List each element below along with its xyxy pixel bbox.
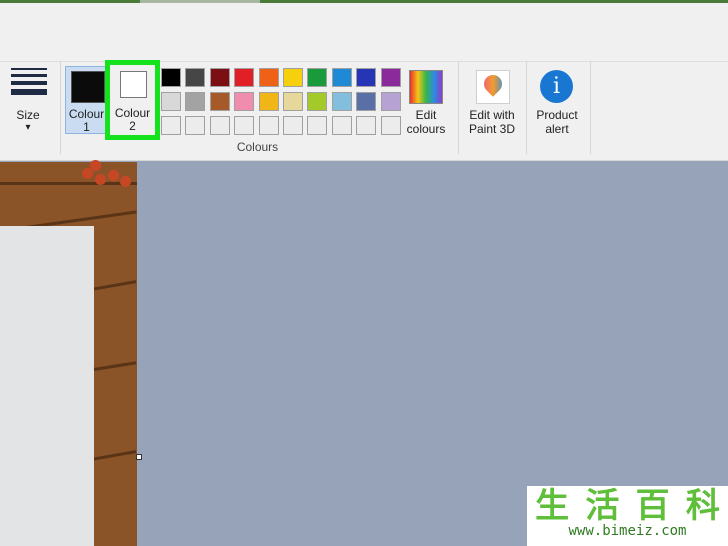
watermark-char: 科 — [685, 486, 720, 526]
colour1-label: Colour — [68, 107, 105, 121]
palette-swatch[interactable] — [356, 92, 377, 111]
product-alert-label-2: alert — [545, 122, 569, 136]
palette-swatch[interactable] — [331, 68, 352, 87]
palette-swatch[interactable] — [331, 116, 352, 135]
palette-swatch[interactable] — [185, 116, 206, 135]
divider — [60, 62, 61, 154]
edit-colours-label-2: colours — [406, 122, 446, 136]
palette-swatch[interactable] — [356, 68, 377, 87]
palette-swatch[interactable] — [380, 116, 401, 135]
edit-paint3d-label: Edit with — [469, 108, 515, 122]
edit-paint3d-label-2: Paint 3D — [468, 122, 516, 136]
palette-swatch[interactable] — [307, 68, 328, 87]
product-alert-label: Product — [536, 108, 578, 122]
info-icon: i — [540, 70, 573, 103]
palette-swatch[interactable] — [234, 68, 255, 87]
palette-swatch[interactable] — [258, 116, 279, 135]
palette-swatch[interactable] — [234, 92, 255, 111]
watermark-url: www.bimeiz.com — [568, 523, 687, 539]
colour2-highlight-box — [105, 60, 160, 140]
palette-swatch[interactable] — [209, 92, 230, 111]
canvas-paper — [0, 226, 94, 546]
palette-swatch[interactable] — [380, 68, 401, 87]
colour1-number: 1 — [83, 120, 90, 134]
ribbon-header — [0, 3, 728, 62]
palette-swatch[interactable] — [331, 92, 352, 111]
paint3d-icon — [476, 70, 510, 104]
palette-swatch[interactable] — [161, 116, 181, 135]
palette-swatch[interactable] — [307, 116, 328, 135]
watermark-char: 生 — [535, 486, 570, 526]
watermark-char: 百 — [635, 486, 670, 526]
colours-group-label: Colours — [236, 140, 279, 154]
watermark: 生 活 百 科 www.bimeiz.com — [527, 486, 728, 546]
colour1-swatch — [71, 71, 105, 103]
palette-swatch[interactable] — [161, 92, 181, 111]
size-lines-icon — [11, 68, 47, 99]
watermark-char: 活 — [585, 486, 620, 526]
palette-swatch[interactable] — [283, 92, 303, 111]
palette-swatch[interactable] — [209, 116, 230, 135]
palette-swatch[interactable] — [356, 116, 377, 135]
edit-colours-label: Edit — [415, 108, 437, 122]
rainbow-icon — [409, 70, 443, 104]
divider — [590, 62, 591, 154]
palette-swatch[interactable] — [258, 92, 279, 111]
canvas-resize-handle[interactable] — [136, 454, 142, 460]
divider — [458, 62, 459, 154]
palette-swatch[interactable] — [283, 116, 303, 135]
divider — [526, 62, 527, 154]
palette-swatch[interactable] — [234, 116, 255, 135]
colour1-button[interactable]: Colour 1 — [65, 66, 108, 134]
palette-swatch[interactable] — [380, 92, 401, 111]
palette-swatch[interactable] — [307, 92, 328, 111]
size-label: Size — [16, 108, 40, 122]
palette-swatch[interactable] — [185, 68, 206, 87]
palette-swatch[interactable] — [258, 68, 279, 87]
chevron-down-icon: ▾ — [25, 122, 31, 133]
palette-swatch[interactable] — [209, 68, 230, 87]
palette-swatch[interactable] — [283, 68, 303, 87]
palette-swatch[interactable] — [185, 92, 206, 111]
palette-swatch[interactable] — [161, 68, 181, 87]
